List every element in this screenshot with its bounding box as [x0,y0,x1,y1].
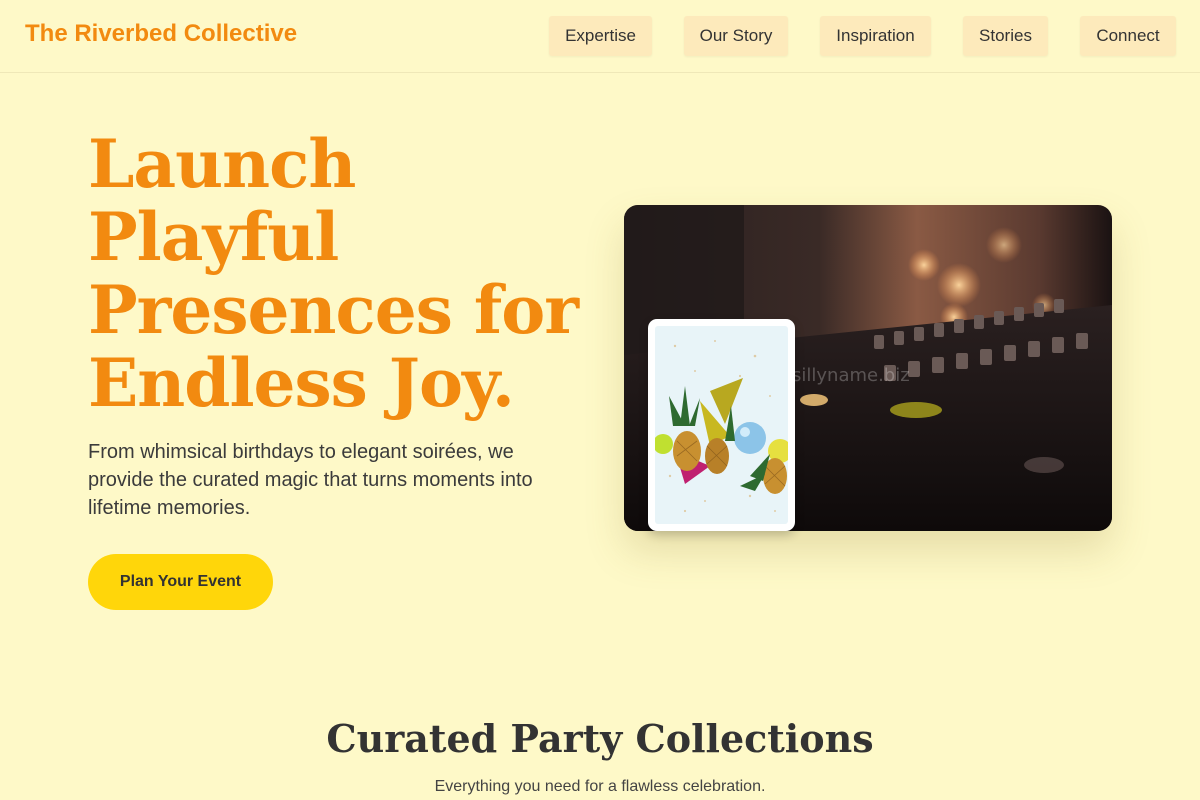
pineapples-party-hats-image [655,326,788,524]
section-title: Curated Party Collections [326,716,874,761]
hero-description: From whimsical birthdays to elegant soir… [88,441,533,519]
nav-item-stories[interactable]: Stories [963,16,1048,56]
section-subtitle: Everything you need for a flawless celeb… [434,778,766,795]
nav-item-connect[interactable]: Connect [1080,16,1176,56]
nav-item-expertise[interactable]: Expertise [549,16,652,56]
site-header: The Riverbed Collective Expertise Our St… [0,0,1200,73]
nav-item-inspiration[interactable]: Inspiration [820,16,931,56]
party-inset-photo [648,319,795,531]
plan-event-button[interactable]: Plan Your Event [88,554,273,610]
nav-item-our-story[interactable]: Our Story [684,16,788,56]
hero-title: Launch Playful Presences for Endless Joy… [88,125,579,422]
brand-logo[interactable]: The Riverbed Collective [25,20,297,48]
svg-text:sillyname.biz: sillyname.biz [792,365,910,386]
